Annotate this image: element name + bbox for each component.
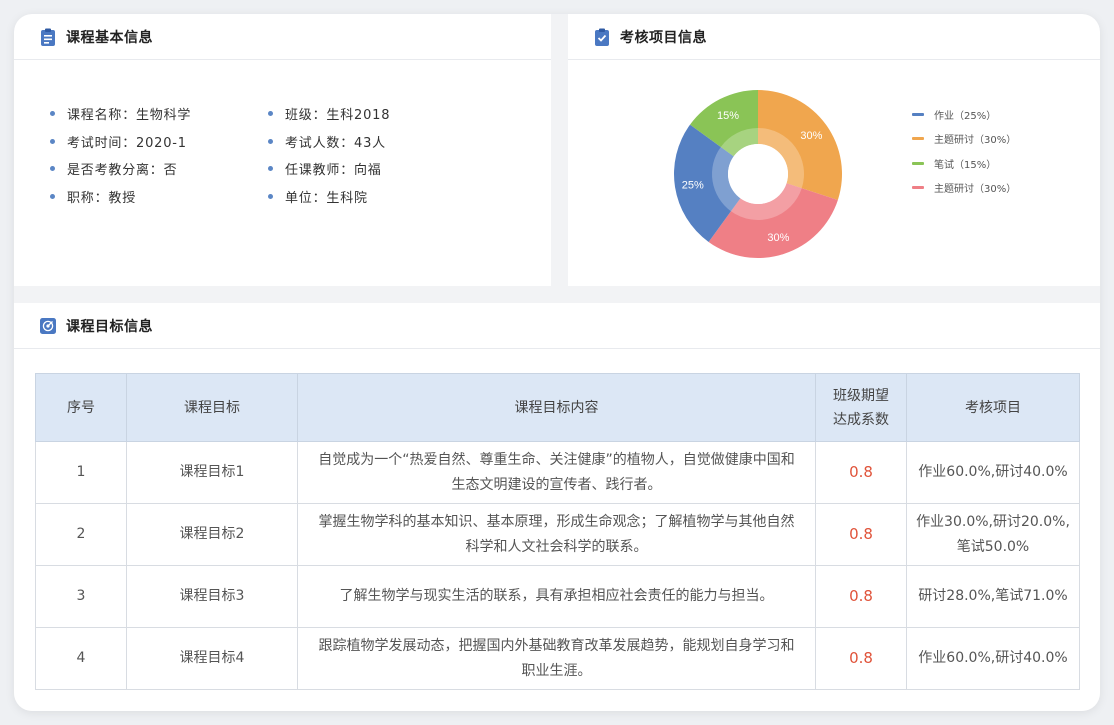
assessment-info-title: 考核项目信息 xyxy=(620,29,707,46)
info-item: 职称：教授 xyxy=(50,183,280,211)
table-row: 2 课程目标2 掌握生物学科的基本知识、基本原理，形成生命观念；了解植物学与其他自然… xyxy=(35,503,1080,566)
basic-info-left-column: 课程名称：生物科学 考试时间：2020-1 是否考教分离：否 职称：教授 xyxy=(50,100,280,210)
basic-info-header: 课程基本信息 xyxy=(14,14,551,60)
cell-content: 跟踪植物学发展动态，把握国内外基础教育改革发展趋势，能规划自身学习和职业生涯。 xyxy=(297,627,816,690)
bullet-dot-icon xyxy=(268,193,273,199)
info-item-text: 单位：生科院 xyxy=(285,190,368,206)
table-row: 3 课程目标3 了解生物学与现实生活的联系，具有承担相应社会责任的能力与担当。 0.8… xyxy=(35,565,1080,628)
course-goals-table: 序号 课程目标 课程目标内容 班级期望 达成系数 考核项目 1 课程目标1 自觉成为… xyxy=(35,373,1080,690)
cell-content: 了解生物学与现实生活的联系，具有承担相应社会责任的能力与担当。 xyxy=(297,565,816,628)
donut-slice-label: 15% xyxy=(717,110,739,122)
cell-items: 作业60.0%,研讨40.0% xyxy=(906,441,1080,504)
bullet-dot-icon xyxy=(268,111,273,117)
cell-content: 掌握生物学科的基本知识、基本原理，形成生命观念；了解植物学与其他自然科学和人文社… xyxy=(297,503,816,566)
legend-swatch-icon xyxy=(912,137,924,141)
course-goals-card: 课程目标信息 序号 课程目标 课程目标内容 班级期望 达成系数 考核项目 1 课程… xyxy=(14,303,1100,711)
checklist-icon xyxy=(594,28,610,46)
cell-items: 作业30.0%,研讨20.0%,笔试50.0% xyxy=(906,503,1080,566)
info-item-text: 课程名称：生物科学 xyxy=(67,108,192,124)
table-header-row: 序号 课程目标 课程目标内容 班级期望 达成系数 考核项目 xyxy=(35,373,1080,442)
legend-label: 作业（25%） xyxy=(934,110,997,122)
bullet-dot-icon xyxy=(268,138,273,144)
info-item-text: 是否考教分离：否 xyxy=(67,163,178,179)
legend-item[interactable]: 主题研讨（30%） xyxy=(912,127,1016,152)
donut-slice-label: 30% xyxy=(767,232,789,244)
cell-items: 作业60.0%,研讨40.0% xyxy=(906,627,1080,690)
cell-goal: 课程目标4 xyxy=(126,627,298,690)
legend-label: 主题研讨（30%） xyxy=(934,135,1017,147)
info-item: 是否考教分离：否 xyxy=(50,155,280,183)
cell-items: 研讨28.0%,笔试71.0% xyxy=(906,565,1080,628)
chart-legend: 作业（25%） 主题研讨（30%） 笔试（15%） 主题研讨（30%） xyxy=(912,102,1016,200)
legend-item[interactable]: 笔试（15%） xyxy=(912,151,1016,176)
info-item: 任课教师：向福 xyxy=(268,155,498,183)
donut-slice-label: 25% xyxy=(682,179,704,191)
column-header-no: 序号 xyxy=(35,373,127,442)
legend-item[interactable]: 作业（25%） xyxy=(912,102,1016,127)
assessment-info-header: 考核项目信息 xyxy=(568,14,1100,60)
cell-goal: 课程目标3 xyxy=(126,565,298,628)
cell-goal: 课程目标2 xyxy=(126,503,298,566)
basic-info-title: 课程基本信息 xyxy=(66,29,153,46)
course-goals-header: 课程目标信息 xyxy=(14,303,1100,349)
main-frame: 课程基本信息 课程名称：生物科学 考试时间：2020-1 是否考教分离：否 职称：教授… xyxy=(14,14,1100,711)
info-item-text: 班级：生科2018 xyxy=(285,108,391,124)
column-header-content: 课程目标内容 xyxy=(297,373,816,442)
cell-coef: 0.8 xyxy=(815,503,907,566)
legend-swatch-icon xyxy=(912,112,924,116)
table-row: 4 课程目标4 跟踪植物学发展动态，把握国内外基础教育改革发展趋势，能规划自身学习和… xyxy=(35,627,1080,690)
column-header-items: 考核项目 xyxy=(906,373,1080,442)
bullet-dot-icon xyxy=(50,111,55,117)
table-row: 1 课程目标1 自觉成为一个“热爱自然、尊重生命、关注健康”的植物人，自觉做健康中国… xyxy=(35,441,1080,504)
target-icon xyxy=(40,317,56,335)
cell-coef: 0.8 xyxy=(815,441,907,504)
legend-item[interactable]: 主题研讨（30%） xyxy=(912,176,1016,201)
cell-no: 1 xyxy=(35,441,127,504)
info-item: 班级：生科2018 xyxy=(268,100,498,128)
cell-coef: 0.8 xyxy=(815,565,907,628)
donut-slice-label: 30% xyxy=(800,130,822,142)
info-item: 单位：生科院 xyxy=(268,183,498,211)
info-item: 考试时间：2020-1 xyxy=(50,128,280,156)
legend-swatch-icon xyxy=(912,161,924,165)
bullet-dot-icon xyxy=(50,193,55,199)
legend-label: 笔试（15%） xyxy=(934,159,997,171)
info-item-text: 职称：教授 xyxy=(67,190,137,206)
info-item-text: 任课教师：向福 xyxy=(285,163,382,179)
cell-coef: 0.8 xyxy=(815,627,907,690)
cell-no: 4 xyxy=(35,627,127,690)
cell-no: 2 xyxy=(35,503,127,566)
cell-goal: 课程目标1 xyxy=(126,441,298,504)
donut-hole xyxy=(728,144,788,204)
bullet-dot-icon xyxy=(50,166,55,172)
course-goals-title: 课程目标信息 xyxy=(66,318,153,335)
info-item: 考试人数：43人 xyxy=(268,128,498,156)
info-item-text: 考试人数：43人 xyxy=(285,135,386,151)
bullet-dot-icon xyxy=(268,166,273,172)
basic-info-right-column: 班级：生科2018 考试人数：43人 任课教师：向福 单位：生科院 xyxy=(268,100,498,210)
cell-content: 自觉成为一个“热爱自然、尊重生命、关注健康”的植物人，自觉做健康中国和生态文明建… xyxy=(297,441,816,504)
clipboard-icon xyxy=(40,28,56,46)
legend-label: 主题研讨（30%） xyxy=(934,184,1017,196)
column-header-coef: 班级期望 达成系数 xyxy=(815,373,907,442)
assessment-info-card: 考核项目信息 30% 30% 25% 15% 作业（25%） 主题研讨（30%） 笔试（1… xyxy=(568,14,1100,286)
info-item-text: 考试时间：2020-1 xyxy=(67,135,187,151)
column-header-goal: 课程目标 xyxy=(126,373,298,442)
bullet-dot-icon xyxy=(50,138,55,144)
assessment-donut-chart: 30% 30% 25% 15% xyxy=(674,90,842,258)
basic-info-card: 课程基本信息 课程名称：生物科学 考试时间：2020-1 是否考教分离：否 职称：教授… xyxy=(14,14,551,286)
cell-no: 3 xyxy=(35,565,127,628)
legend-swatch-icon xyxy=(912,186,924,190)
info-item: 课程名称：生物科学 xyxy=(50,100,280,128)
